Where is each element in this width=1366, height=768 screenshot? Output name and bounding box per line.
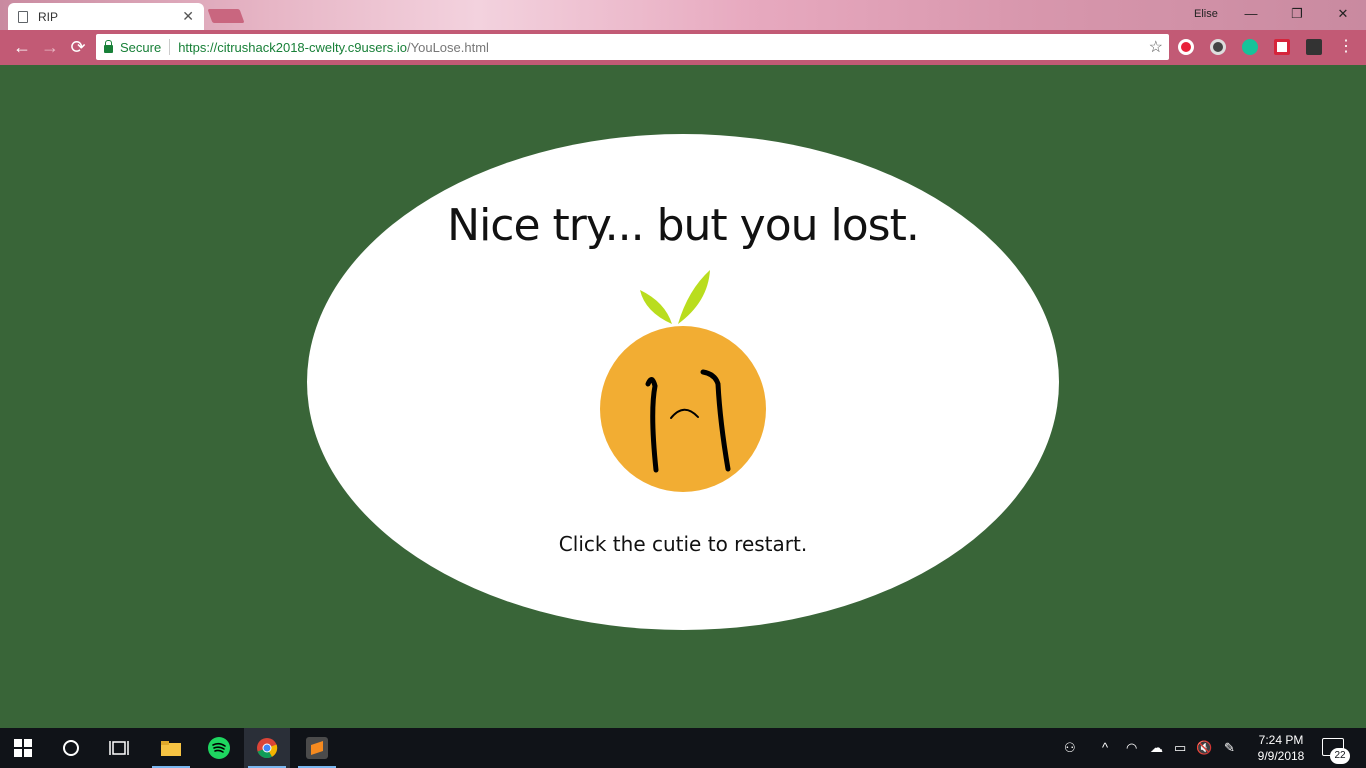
onedrive-cloud-icon[interactable]: ☁ (1150, 740, 1163, 756)
notification-count-badge: 22 (1330, 748, 1350, 764)
task-view-icon[interactable] (96, 728, 142, 768)
profile-name[interactable]: Elise (1194, 8, 1218, 20)
omnibox-separator (169, 39, 171, 55)
opera-extension-icon[interactable] (1178, 39, 1194, 55)
right-leaf (678, 270, 710, 324)
browser-tab[interactable]: RIP ✕ (8, 3, 204, 30)
bookmark-star-icon[interactable]: ☆ (1149, 37, 1163, 57)
url-path: /YouLose.html (407, 39, 489, 55)
file-explorer-icon[interactable] (148, 728, 194, 768)
volume-muted-icon[interactable]: 🔇 (1196, 740, 1212, 756)
left-leaf (640, 290, 672, 324)
people-icon[interactable]: ⚇ (1064, 740, 1076, 756)
clock[interactable]: 7:24 PM 9/9/2018 (1252, 732, 1310, 764)
tab-close-icon[interactable]: ✕ (182, 8, 194, 25)
clock-date: 9/9/2018 (1257, 749, 1305, 763)
reload-icon[interactable]: ⟳ (64, 34, 92, 62)
menu-dots-icon[interactable]: ⋮ (1338, 39, 1354, 55)
sublime-text-icon[interactable] (294, 728, 340, 768)
battery-icon[interactable]: ▭ (1174, 740, 1186, 756)
lock-icon (104, 39, 113, 53)
url-host: https://citrushack2018-cwelty.c9users.io (178, 39, 408, 55)
restart-instruction: Click the cutie to restart. (558, 532, 808, 556)
start-icon[interactable] (0, 728, 46, 768)
clock-time: 7:24 PM (1258, 733, 1304, 747)
pocket-extension-icon[interactable] (1274, 39, 1290, 55)
grammarly-extension-icon[interactable] (1242, 39, 1258, 55)
browser-toolbar: ← → ⟳ Secure https://citrushack2018-cwel… (0, 30, 1366, 65)
wifi-icon[interactable]: ◠ (1126, 740, 1137, 756)
restore-icon[interactable]: ❐ (1282, 4, 1312, 24)
browser-titlebar: RIP ✕ Elise — ❐ ✕ (0, 0, 1366, 30)
off-extension-icon[interactable] (1306, 39, 1322, 55)
crying-orange-restart-button[interactable] (590, 262, 780, 502)
windows-taskbar: ⚇ ^ ◠ ☁ ▭ 🔇 ✎ 7:24 PM 9/9/2018 22 (0, 728, 1366, 768)
address-bar[interactable]: Secure https://citrushack2018-cwelty.c9u… (96, 34, 1169, 60)
extension-icon[interactable] (1210, 39, 1226, 55)
minimize-icon[interactable]: — (1236, 4, 1266, 24)
cortana-icon[interactable] (48, 728, 94, 768)
tab-title: RIP (38, 9, 59, 24)
page-heading: Nice try... but you lost. (447, 200, 920, 251)
pen-workspace-icon[interactable]: ✎ (1224, 740, 1235, 756)
close-window-icon[interactable]: ✕ (1328, 4, 1358, 24)
secure-label: Secure (120, 39, 162, 55)
page-icon (18, 10, 28, 23)
new-tab-button[interactable] (207, 9, 245, 23)
chrome-icon[interactable] (244, 728, 290, 768)
back-arrow-icon[interactable]: ← (8, 34, 36, 62)
show-hidden-icons-icon[interactable]: ^ (1102, 740, 1108, 755)
forward-arrow-icon[interactable]: → (36, 34, 64, 62)
spotify-icon[interactable] (196, 728, 242, 768)
